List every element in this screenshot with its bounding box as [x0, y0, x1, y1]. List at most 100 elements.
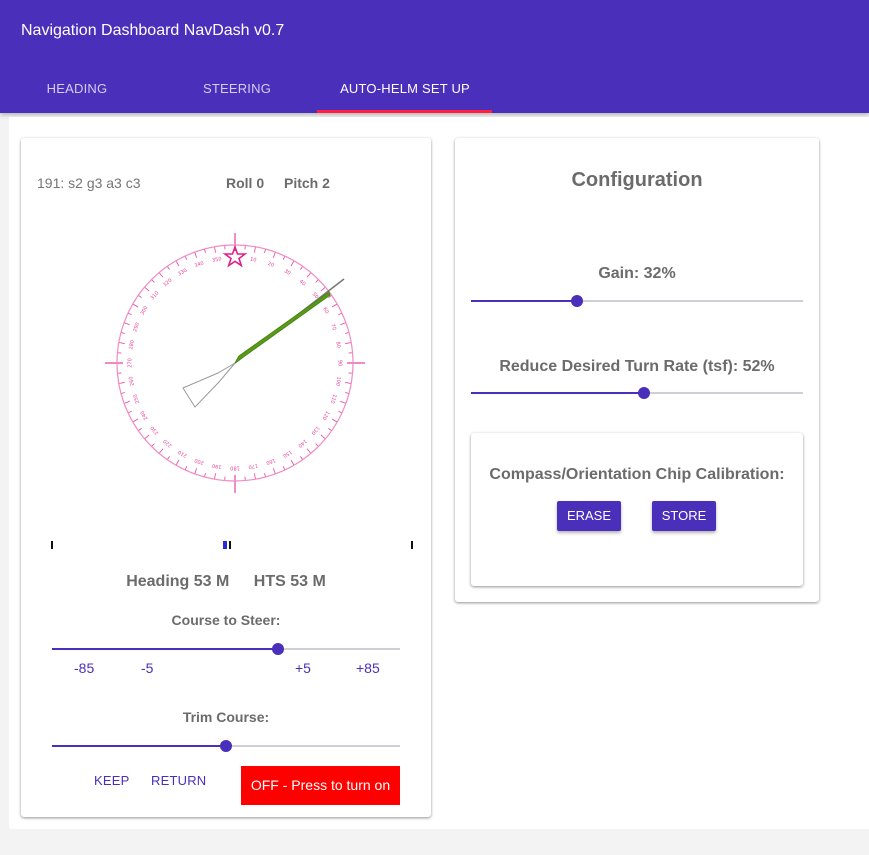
compass-tick	[272, 468, 276, 475]
compass-number: 80	[334, 341, 341, 348]
compass-tick	[175, 260, 180, 267]
turn-rate-label: Reduce Desired Turn Rate (tsf): 52%	[499, 358, 775, 375]
calibration-title: Compass/Orientation Chip Calibration:	[489, 466, 785, 483]
compass-number: 340	[194, 260, 205, 269]
compass-number: 320	[162, 278, 173, 289]
compass-tick	[320, 286, 326, 292]
step-minus-85-button[interactable]: -85	[74, 660, 94, 676]
compass-number: 240	[140, 410, 150, 421]
scale-position-marker	[223, 541, 227, 549]
tab-steering[interactable]: STEERING	[149, 68, 325, 113]
compass-number: 220	[162, 438, 173, 449]
boat-outline-icon	[182, 362, 236, 408]
autohelm-toggle-button[interactable]: OFF - Press to turn on	[241, 766, 400, 805]
compass-number: 270	[128, 358, 134, 368]
compass-tick	[158, 272, 164, 278]
compass-number: 20	[267, 261, 275, 269]
step-plus-85-button[interactable]: +85	[356, 660, 380, 676]
compass-tick	[264, 248, 266, 253]
compass-tick	[340, 322, 347, 326]
compass-dial: 1020304050607080901001101201301401501601…	[105, 233, 365, 493]
compass-tick	[320, 434, 326, 440]
turn-rate-slider-fill	[471, 392, 644, 394]
compass-tick	[331, 418, 338, 423]
tab-auto-helm-setup[interactable]: AUTO-HELM SET UP	[317, 68, 493, 113]
compass-tick	[306, 272, 312, 278]
compass-number: 300	[140, 305, 150, 316]
trim-slider-fill	[52, 745, 226, 747]
heading-readout-row: Heading 53 M HTS 53 M	[21, 573, 431, 591]
compass-tick	[340, 400, 347, 404]
compass-number: 260	[128, 376, 136, 386]
compass-number: 160	[265, 457, 276, 466]
compass-number: 290	[132, 322, 141, 333]
compass-tick	[214, 246, 216, 253]
step-plus-5-button[interactable]: +5	[295, 660, 311, 676]
compass-number: 150	[282, 449, 293, 459]
compass-tick	[264, 473, 266, 478]
compass-tick	[132, 418, 139, 423]
gain-slider-fill	[471, 300, 578, 302]
scale-right-tick	[411, 541, 413, 549]
app-bar: Navigation Dashboard NavDash v0.7 HEADIN…	[0, 0, 869, 113]
pitch-readout: Pitch 2	[284, 175, 330, 191]
compass-number: 140	[297, 438, 308, 449]
compass-number: 200	[194, 457, 205, 466]
scale-left-tick	[51, 541, 53, 549]
active-tab-indicator	[317, 110, 492, 113]
compass-number: 190	[212, 462, 222, 470]
compass-tick	[306, 448, 312, 454]
compass-number: 280	[128, 340, 136, 350]
compass-tick	[345, 382, 352, 384]
compass-number: 350	[212, 256, 222, 264]
course-slider-thumb[interactable]	[272, 643, 285, 655]
compass-tick	[158, 448, 164, 454]
store-button[interactable]: STORE	[652, 501, 716, 531]
compass-number: 330	[177, 268, 188, 278]
compass-number: 230	[150, 425, 161, 436]
compass-number: 100	[334, 376, 342, 386]
compass-tick	[345, 342, 352, 344]
compass-tick	[254, 473, 256, 480]
configuration-title: Configuration	[571, 169, 703, 191]
app-title: Navigation Dashboard NavDash v0.7	[21, 22, 285, 39]
gain-label: Gain: 32%	[598, 265, 676, 282]
return-button[interactable]: RETURN	[151, 773, 206, 788]
step-minus-5-button[interactable]: -5	[141, 660, 153, 676]
tab-heading[interactable]: HEADING	[0, 68, 165, 113]
erase-button[interactable]: ERASE	[557, 501, 621, 531]
roll-readout: Roll 0	[226, 175, 265, 191]
compass-tick	[272, 251, 276, 258]
compass-tick	[144, 286, 150, 292]
keep-button[interactable]: KEEP	[94, 773, 129, 788]
compass-number: 130	[310, 425, 321, 436]
compass-tick	[118, 342, 125, 344]
heading-readout: Heading 53 M	[126, 573, 230, 590]
turn-rate-slider-thumb[interactable]	[637, 387, 650, 399]
trim-slider-thumb[interactable]	[220, 740, 232, 752]
deviation-scale	[51, 541, 415, 551]
compass-number: 70	[329, 323, 337, 331]
compass-number: 30	[283, 268, 292, 276]
compass-tick	[120, 392, 125, 394]
heading-needle	[234, 291, 331, 364]
course-to-steer-label: Course to Steer:	[171, 612, 281, 628]
steering-card: 191: s2 g3 a3 c3 Roll 0 Pitch 2 10 20 30 40…	[21, 138, 431, 817]
compass-number: 180	[230, 465, 240, 471]
gain-slider-thumb[interactable]	[571, 295, 584, 307]
compass-tick	[175, 459, 180, 466]
compass-tick	[123, 400, 130, 404]
compass-number: 170	[248, 462, 258, 470]
course-slider-fill	[52, 648, 279, 650]
compass-tick	[118, 382, 125, 384]
compass-tick	[120, 332, 125, 334]
compass-tick	[290, 260, 295, 267]
compass-number: 310	[150, 290, 161, 301]
compass-number: 120	[321, 410, 331, 421]
compass-number: 90	[337, 360, 343, 366]
compass-tick	[144, 434, 150, 440]
compass-tick	[123, 322, 130, 326]
hts-readout: HTS 53 M	[253, 573, 326, 590]
compass-tick	[194, 468, 198, 475]
calibration-card: Compass/Orientation Chip Calibration: ER…	[471, 433, 803, 586]
